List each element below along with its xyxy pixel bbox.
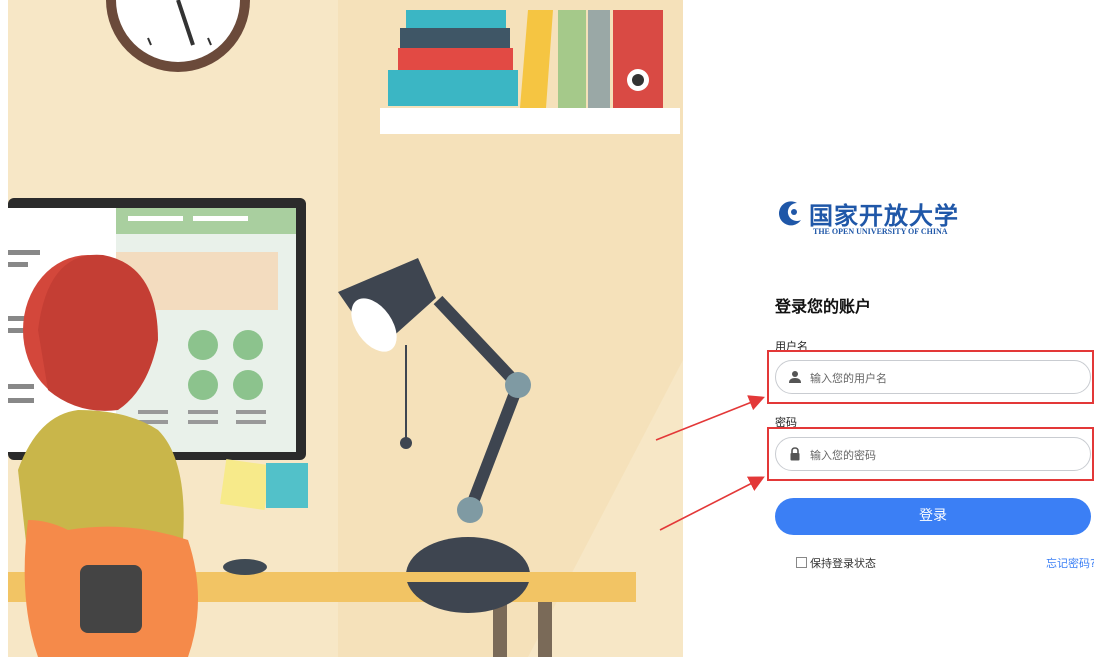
- password-placeholder: 输入您的密码: [810, 449, 876, 462]
- password-field[interactable]: 输入您的密码: [775, 437, 1091, 471]
- forgot-password-link[interactable]: 忘记密码?: [1046, 555, 1094, 571]
- bookshelf: [380, 10, 680, 134]
- remember-me-checkbox[interactable]: 保持登录状态: [796, 555, 876, 571]
- sticky-note-yellow: [220, 459, 271, 510]
- office-desk-illustration: [8, 0, 683, 657]
- username-field[interactable]: 输入您的用户名: [775, 360, 1091, 394]
- university-name-en: THE OPEN UNIVERSITY OF CHINA: [813, 227, 948, 236]
- checkbox-box[interactable]: [796, 557, 807, 568]
- remember-me-label: 保持登录状态: [810, 557, 876, 570]
- lock-icon: [790, 447, 800, 461]
- login-panel: 国家开放大学 THE OPEN UNIVERSITY OF CHINA 登录您的…: [700, 0, 1094, 657]
- sticky-note-teal: [266, 463, 308, 508]
- login-illustration: [8, 0, 683, 657]
- username-placeholder: 输入您的用户名: [810, 372, 887, 385]
- login-button[interactable]: 登录: [775, 498, 1091, 535]
- user-icon: [789, 371, 801, 383]
- mouse: [223, 559, 267, 575]
- login-heading: 登录您的账户: [775, 297, 872, 316]
- university-name-cn: 国家开放大学: [809, 202, 959, 230]
- university-emblem-icon: [778, 201, 801, 226]
- university-logo: 国家开放大学 THE OPEN UNIVERSITY OF CHINA: [775, 196, 995, 240]
